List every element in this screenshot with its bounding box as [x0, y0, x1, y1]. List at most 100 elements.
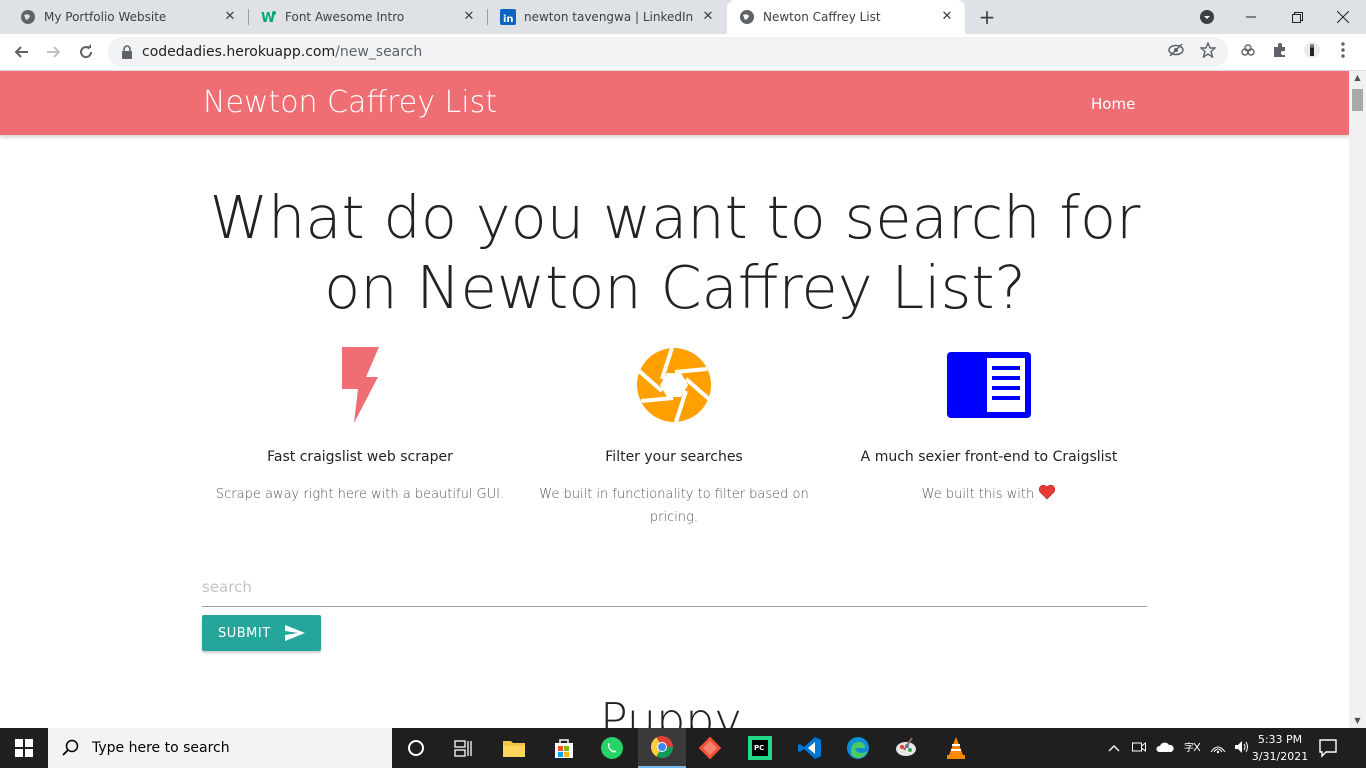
send-icon [284, 625, 305, 641]
close-icon[interactable]: ✕ [222, 9, 238, 25]
edge-icon[interactable] [834, 728, 882, 768]
vlc-icon[interactable] [932, 728, 980, 768]
web-page: Newton Caffrey List Home What do you wan… [0, 71, 1349, 728]
feature-description-text: We built this with [921, 487, 1035, 502]
task-view-icon[interactable] [440, 728, 488, 768]
meet-now-icon[interactable] [1132, 741, 1146, 756]
feature-title: A much sexier front-end to Craigslist [860, 449, 1118, 465]
search-input[interactable] [202, 569, 1147, 605]
bookmark-star-icon[interactable] [1200, 42, 1216, 58]
notification-center-icon[interactable] [1318, 738, 1338, 758]
linkedin-icon: in [500, 9, 516, 25]
onedrive-icon[interactable] [1156, 741, 1174, 755]
tab-linkedin[interactable]: in newton tavengwa | LinkedIn ✕ [488, 0, 726, 34]
search-field [202, 569, 1147, 607]
chrome-icon[interactable] [638, 728, 686, 768]
arrow-right-icon [47, 46, 61, 58]
feature-frontend: A much sexier front-end to Craigslist We… [829, 344, 1149, 506]
tab-my-portfolio[interactable]: My Portfolio Website ✕ [8, 0, 248, 34]
clock-date: 3/31/2021 [1251, 750, 1309, 763]
heart-icon [1039, 484, 1056, 500]
close-window-button[interactable] [1320, 0, 1366, 34]
taskbar-search-box[interactable]: Type here to search [48, 728, 392, 768]
submit-button[interactable]: SUBMIT [202, 615, 321, 651]
windows-taskbar: Type here to search PC 字 5:33 PM 3/31/20… [0, 728, 1366, 768]
site-brand[interactable]: Newton Caffrey List [203, 85, 497, 120]
scroll-down-icon[interactable]: ▼ [1349, 714, 1366, 728]
nav-home-link[interactable]: Home [1091, 95, 1135, 113]
arrow-left-icon [14, 46, 28, 58]
chevron-up-icon[interactable] [1108, 741, 1120, 755]
headline-line-1: What do you want to search for [209, 183, 1141, 252]
url-host: codedadies.herokuapp.com [142, 44, 336, 60]
new-tab-button[interactable]: + [977, 7, 997, 27]
feature-description: We built in functionality to filter base… [539, 487, 809, 525]
back-button[interactable] [9, 40, 33, 64]
feature-scraper: Fast craigslist web scraper Scrape away … [200, 344, 520, 506]
feature-description: We built this with [829, 483, 1149, 506]
address-bar[interactable]: codedadies.herokuapp.com/new_search [108, 37, 1228, 67]
feature-filter: Filter your searches We built in functio… [514, 344, 834, 529]
headline-line-2: on Newton Caffrey List? [324, 253, 1026, 322]
start-button[interactable] [0, 728, 48, 768]
tab-newton-caffrey-list[interactable]: Newton Caffrey List ✕ [727, 0, 965, 34]
eye-slash-icon[interactable] [1168, 42, 1184, 58]
chevron-down-icon [1200, 10, 1214, 24]
forward-button[interactable] [42, 40, 66, 64]
minimize-button[interactable] [1228, 0, 1274, 34]
restore-button[interactable] [1274, 0, 1320, 34]
svg-text:PC: PC [754, 744, 764, 752]
site-navbar: Newton Caffrey List Home [0, 71, 1349, 135]
pycharm-icon[interactable]: PC [736, 728, 784, 768]
cloud-extension-icon[interactable] [1240, 42, 1256, 58]
submit-label: SUBMIT [218, 625, 271, 641]
windows-logo-icon [15, 739, 33, 757]
vscode-icon[interactable] [786, 728, 834, 768]
cortana-icon[interactable] [392, 728, 440, 768]
camera-aperture-icon [514, 344, 834, 426]
url-path: /new_search [335, 44, 423, 60]
svg-text:in: in [503, 14, 514, 25]
more-menu-icon[interactable] [1335, 42, 1351, 58]
puzzle-extensions-icon[interactable] [1272, 42, 1288, 58]
tab-label: My Portfolio Website [44, 10, 167, 24]
whatsapp-icon[interactable] [588, 728, 636, 768]
browser-tab-strip: My Portfolio Website ✕ W Font Awesome In… [0, 0, 1366, 34]
bolt-icon [200, 344, 520, 426]
store-icon[interactable] [540, 728, 588, 768]
system-tray: 字 [1108, 728, 1250, 768]
tab-search-button[interactable] [1184, 0, 1230, 34]
close-icon[interactable]: ✕ [700, 9, 716, 25]
scroll-up-icon[interactable]: ▲ [1349, 71, 1366, 85]
browser-toolbar: codedadies.herokuapp.com/new_search [0, 34, 1366, 71]
profile-avatar[interactable] [1304, 42, 1320, 58]
minimize-icon [1246, 16, 1256, 18]
page-scrollbar[interactable]: ▲ ▼ [1349, 71, 1366, 728]
globe-icon [739, 9, 755, 25]
tab-label: newton tavengwa | LinkedIn [524, 10, 694, 24]
svg-text:字: 字 [1184, 741, 1194, 754]
close-icon[interactable]: ✕ [939, 9, 955, 25]
restore-icon [1291, 11, 1303, 23]
taskbar-search-label: Type here to search [92, 740, 230, 756]
feature-title: Filter your searches [605, 449, 743, 465]
section-heading: Puppy [600, 693, 742, 728]
ime-icon[interactable]: 字 [1184, 740, 1201, 757]
taskbar-clock[interactable]: 5:33 PM 3/31/2021 [1244, 731, 1316, 765]
feature-description: Scrape away right here with a beautiful … [215, 487, 505, 502]
page-headline: What do you want to search for on Newton… [175, 183, 1175, 323]
reload-icon [80, 44, 93, 59]
paint-icon[interactable] [882, 728, 930, 768]
feature-title: Fast craigslist web scraper [267, 449, 453, 465]
reload-button[interactable] [74, 40, 98, 64]
tab-label: Font Awesome Intro [285, 10, 405, 24]
clock-time: 5:33 PM [1257, 733, 1303, 746]
git-icon[interactable] [686, 728, 734, 768]
file-explorer-icon[interactable] [490, 728, 538, 768]
scrollbar-thumb[interactable] [1352, 89, 1363, 111]
close-icon[interactable]: ✕ [461, 9, 477, 25]
url-text: codedadies.herokuapp.com/new_search [142, 44, 422, 60]
tab-font-awesome[interactable]: W Font Awesome Intro ✕ [249, 0, 487, 34]
chrome-reader-icon [829, 344, 1149, 426]
wifi-icon[interactable] [1210, 740, 1226, 757]
